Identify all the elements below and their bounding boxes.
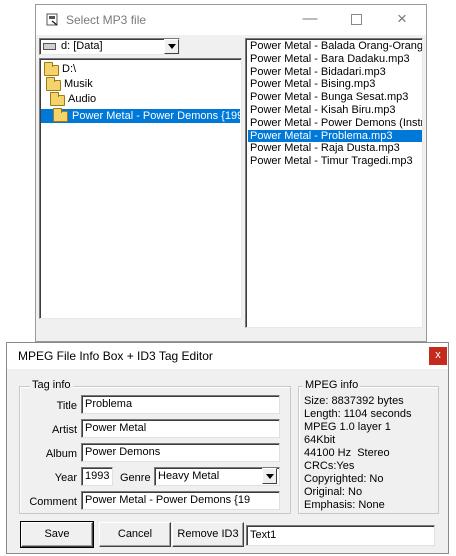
dialog-titlebar[interactable]: MPEG File Info Box + ID3 Tag Editor x [7,343,448,369]
year-label: Year [54,472,77,484]
folder-label: Musik [64,78,93,90]
genre-label: Genre [120,472,151,484]
genre-value: Heavy Metal [158,470,220,482]
open-folder-icon [53,108,68,122]
file-item[interactable]: Power Metal - Bidadari.mp3 [248,66,422,79]
maximize-icon [350,13,362,25]
close-icon: x [435,349,441,361]
file-item[interactable]: Power Metal - Bising.mp3 [248,78,422,91]
file-item[interactable]: Power Metal - Raja Dusta.mp3 [248,142,422,155]
folder-tree[interactable]: D:\ Musik Audio Power Metal - Power Demo… [39,58,242,319]
info-emphasis: Emphasis: None [304,499,385,511]
folder-label: Audio [68,93,97,105]
remove-id3-button[interactable]: Remove ID3 [172,522,244,547]
genre-dropdown-button[interactable] [262,468,277,484]
file-list[interactable]: Power Metal - Balada Orang-Orang Power M… [245,38,423,328]
mpeg-info-dialog: MPEG File Info Box + ID3 Tag Editor x Ta… [6,342,449,554]
app-icon [46,13,58,26]
file-item[interactable]: Power Metal - Timur Tragedi.mp3 [248,155,422,168]
minimize-button[interactable]: — [287,5,333,35]
album-field[interactable]: Power Demons [81,443,280,462]
file-item[interactable]: Power Metal - Bara Dadaku.mp3 [248,53,422,66]
drive-icon [43,43,56,50]
tag-info-label: Tag info [30,379,73,391]
chevron-down-icon [266,474,274,479]
text1-field[interactable]: Text1 [246,525,435,546]
album-label: Album [45,448,77,460]
info-crcs: CRCs:Yes [304,460,355,472]
open-folder-icon [44,62,59,76]
drive-select[interactable]: d: [Data] [39,38,180,55]
info-bitrate: 64Kbit [304,434,336,446]
artist-field[interactable]: Power Metal [81,419,280,438]
file-item-selected[interactable]: Power Metal - Problema.mp3 [248,129,422,143]
title-field[interactable]: Problema [81,395,280,414]
close-icon: × [397,9,407,28]
info-copyrighted: Copyrighted: No [304,473,384,485]
save-button[interactable]: Save [20,521,94,548]
folder-item-power-demons[interactable]: Power Metal - Power Demons {1993 [41,108,240,123]
maximize-button[interactable] [333,5,379,35]
mpeg-info-label: MPEG info [303,379,361,391]
open-folder-icon [50,92,65,106]
folder-item-root[interactable]: D:\ [44,62,104,76]
drive-dropdown-button[interactable] [164,39,179,54]
select-mp3-title: Select MP3 file [66,13,147,27]
file-item[interactable]: Power Metal - Kisah Biru.mp3 [248,104,422,117]
dialog-title: MPEG File Info Box + ID3 Tag Editor [18,349,213,363]
dialog-close-button[interactable]: x [429,347,447,365]
chevron-down-icon [168,44,176,49]
artist-label: Artist [51,424,77,436]
info-length: Length: 1104 seconds [304,408,412,420]
folder-item-musik[interactable]: Musik [44,77,114,91]
folder-label: D:\ [62,63,77,75]
info-original: Original: No [304,486,363,498]
title-label: Title [56,400,77,412]
info-size: Size: 8837392 bytes [304,395,404,407]
file-item[interactable]: Power Metal - Bunga Sesat.mp3 [248,91,422,104]
minimize-icon: — [302,10,318,27]
info-mpeg-version: MPEG 1.0 layer 1 [304,421,391,433]
folder-label: Power Metal - Power Demons {1993 [72,110,240,122]
close-button[interactable]: × [379,5,425,35]
year-field[interactable]: 1993 [81,467,113,486]
select-mp3-titlebar[interactable]: Select MP3 file — × [36,5,426,35]
select-mp3-window: Select MP3 file — × d: [Data] D:\ Musik … [35,4,427,342]
cancel-button[interactable]: Cancel [99,522,171,547]
file-item[interactable]: Power Metal - Balada Orang-Orang [248,40,422,53]
comment-field[interactable]: Power Metal - Power Demons {19 [81,491,280,510]
folder-item-audio[interactable]: Audio [48,92,118,106]
info-frequency: 44100 Hz Stereo [304,447,390,459]
genre-select[interactable]: Heavy Metal [154,467,280,486]
file-item[interactable]: Power Metal - Power Demons (Instru [248,117,422,130]
open-folder-icon [46,77,61,91]
comment-label: Comment [29,496,77,508]
drive-label: d: [Data] [61,40,103,52]
